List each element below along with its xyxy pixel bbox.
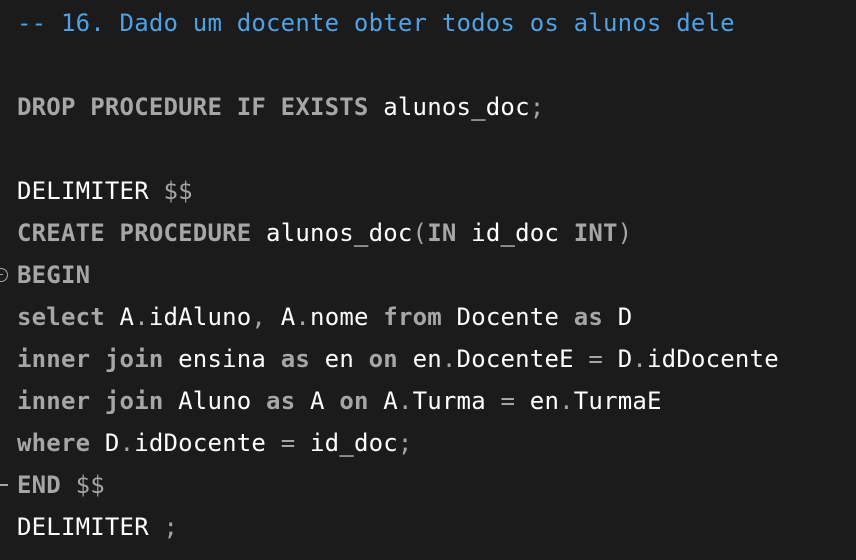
code-token-punct: ( [412,219,428,247]
code-token-keyword: from [383,303,442,331]
code-token-ident: D [603,303,633,331]
code-token-ident: id_doc [456,219,574,247]
code-token-punct: $$ [60,471,105,499]
code-token-keyword: inner join [17,387,164,415]
code-token-punct: . [119,429,135,457]
code-token-punct: , [251,303,281,331]
code-token-keyword: END [17,471,61,499]
code-line[interactable]: where D.idDocente = id_doc; [17,422,413,464]
code-line[interactable]: DELIMITER $$ [17,170,193,212]
code-line[interactable]: DELIMITER ; [17,506,178,548]
code-token-ident: Turma [412,387,501,415]
code-token-ident: en [515,387,560,415]
code-token-keyword: on [339,387,369,415]
code-line[interactable]: inner join ensina as en on en.DocenteE =… [17,338,779,380]
code-token-keyword: inner join [17,345,164,373]
code-token-punct: . [397,387,413,415]
code-token-ident: D [90,429,120,457]
code-token-ident: idDocente [647,345,779,373]
code-token-keyword: INT [573,219,618,247]
code-token-ident: Aluno [163,387,267,415]
code-token-ident: A [104,303,135,331]
code-token-punct: . [632,345,648,373]
fold-collapse-icon[interactable] [0,268,8,282]
code-token-punct: . [441,345,457,373]
code-token-punct: . [134,303,149,331]
code-token-ident: alunos_doc [251,219,413,247]
code-token-ident: TurmaE [573,387,662,415]
code-token-punct: = [588,345,604,373]
code-token-keyword: DROP PROCEDURE IF EXISTS [17,93,369,121]
code-token-keyword: IN [427,219,457,247]
code-token-ident: id_doc [295,429,398,457]
code-editor[interactable]: -- 16. Dado um docente obter todos os al… [0,0,856,560]
code-token-ident: D [603,345,633,373]
code-token-punct: . [295,303,311,331]
code-token-keyword: CREATE PROCEDURE [17,219,252,247]
code-token-keyword: select [17,303,105,331]
code-token-keyword: where [17,429,91,457]
code-token-ident: A [280,303,296,331]
code-line[interactable]: select A.idAluno, A.nome from Docente as… [17,296,632,338]
code-token-ident: DELIMITER [17,177,149,205]
code-token-punct: ; [148,513,179,541]
code-token-punct: ; [529,93,545,121]
code-token-ident: A [368,387,398,415]
code-token-punct: = [500,387,516,415]
code-token-punct: ; [397,429,413,457]
code-token-punct: $$ [148,177,193,205]
code-line[interactable]: -- 16. Dado um docente obter todos os al… [17,2,735,44]
code-line[interactable]: END $$ [17,464,105,506]
code-line[interactable]: BEGIN [17,254,90,296]
code-token-ident: Docente [441,303,574,331]
code-token-ident: DocenteE [456,345,589,373]
code-token-keyword: as [573,303,604,331]
code-token-ident: A [295,387,340,415]
code-token-punct: = [280,429,296,457]
code-line[interactable]: CREATE PROCEDURE alunos_doc(IN id_doc IN… [17,212,632,254]
code-token-punct: . [559,387,574,415]
code-token-keyword: BEGIN [17,261,91,289]
code-token-ident: nome [310,303,384,331]
code-line[interactable]: inner join Aluno as A on A.Turma = en.Tu… [17,380,662,422]
code-line[interactable]: DROP PROCEDURE IF EXISTS alunos_doc; [17,86,544,128]
code-token-keyword: as [280,345,311,373]
code-token-ident: DELIMITER [17,513,149,541]
code-token-ident: idDocente [134,429,281,457]
code-token-comment: -- 16. Dado um docente obter todos os al… [17,9,735,37]
code-token-ident: idAluno [148,303,252,331]
code-token-ident: alunos_doc [368,93,530,121]
code-token-ident: en [397,345,442,373]
code-token-punct: ) [617,219,633,247]
code-token-ident: en [310,345,369,373]
code-token-keyword: on [368,345,398,373]
fold-end-marker-icon [0,484,8,486]
code-token-ident: ensina [163,345,281,373]
code-token-keyword: as [266,387,296,415]
